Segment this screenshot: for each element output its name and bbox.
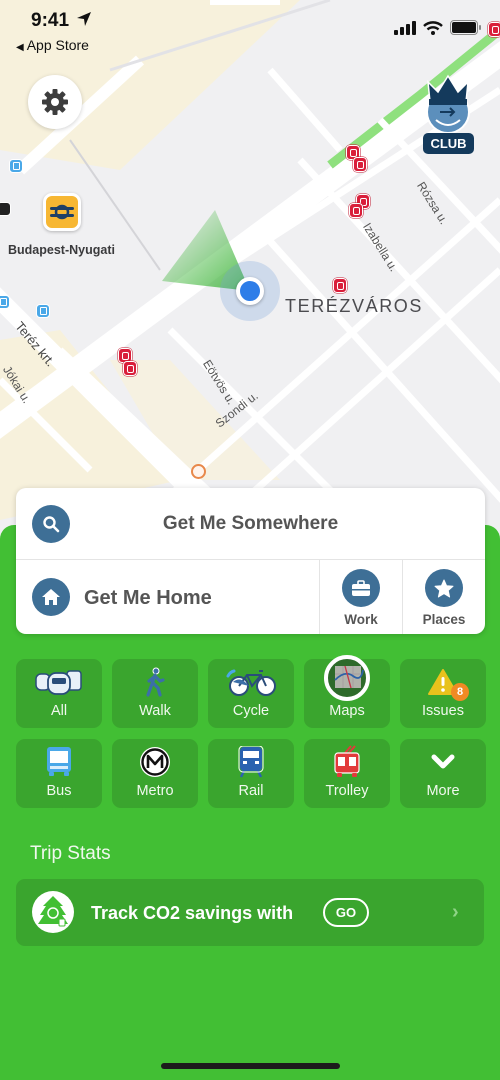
home-circle [32,578,70,616]
district-label: TERÉZVÁROS [285,296,424,316]
current-location-dot[interactable] [236,277,264,305]
mode-tile-bus[interactable]: Bus [16,739,102,808]
go-badge: GO [323,898,369,927]
mode-label: Walk [139,703,171,719]
status-icons [394,20,482,35]
trolley-stop-pin[interactable] [0,202,11,216]
chevron-down-icon [400,745,486,779]
issues-count-badge: 8 [451,683,469,701]
mode-tile-all[interactable]: All [16,659,102,728]
mode-tile-metro[interactable]: Metro [112,739,198,808]
mode-label: All [50,703,68,719]
status-time: 9:41 [31,10,92,32]
railway-icon [50,204,74,220]
bicycle-icon [208,665,294,699]
work-circle [342,569,380,607]
mode-tile-issues[interactable]: 8 Issues [400,659,486,728]
briefcase-icon [352,579,370,596]
mode-label: Issues [422,703,464,719]
star-icon [434,579,454,597]
places-button[interactable]: Places [403,560,485,634]
mode-label: Trolley [325,783,369,799]
gear-icon [42,89,68,115]
bus-stop-pin[interactable] [0,295,10,309]
home-icon [42,589,60,605]
mode-tile-maps[interactable]: Maps [304,655,390,728]
search-card: Get Me Somewhere Get Me Home Work Places [16,488,485,634]
cellular-signal-icon [394,20,416,35]
wifi-icon [423,20,443,35]
tram-stop-pin[interactable] [353,157,367,172]
track-co2-card[interactable]: Track CO2 savings with GO › [16,879,484,946]
work-label: Work [344,612,378,627]
chevron-right-icon: › [452,901,459,923]
work-button[interactable]: Work [320,560,403,634]
club-mascot-icon [426,74,470,134]
get-me-somewhere-label: Get Me Somewhere [162,513,339,534]
back-arrow-icon: ◀ [16,42,24,53]
mode-label: Metro [136,783,174,799]
places-circle [425,569,463,607]
metro-icon [112,745,198,779]
railway-station-pin[interactable] [43,193,81,231]
bus-icon [16,745,102,779]
trip-stats-title: Trip Stats [30,843,111,864]
tram-stop-pin[interactable] [123,361,137,376]
mode-label: More [426,783,460,799]
track-co2-text: Track CO2 savings with [91,903,294,923]
map-view[interactable]: Budapest-Nyugati Teréz krt. Jókai u. Eöt… [0,0,500,540]
train-icon [208,745,294,779]
station-label: Budapest-Nyugati [8,243,115,257]
mode-tile-walk[interactable]: Walk [112,659,198,728]
walk-icon [112,665,198,699]
trolleybus-icon [304,745,390,779]
all-transit-icon [16,665,102,699]
mode-label: Maps [329,703,365,719]
bus-stop-pin[interactable] [36,304,50,318]
places-label: Places [422,612,466,627]
club-badge[interactable]: CLUB [420,72,476,158]
map-icon [304,655,390,701]
metro-entrance-pin[interactable] [191,464,206,479]
mode-label: Rail [238,783,264,799]
settings-button[interactable] [28,75,82,129]
location-arrow-icon [77,12,92,26]
status-bar: 9:41 ◀ App Store [0,0,500,60]
home-indicator[interactable] [161,1063,340,1069]
back-app-label: App Store [26,37,89,53]
get-me-home-button[interactable]: Get Me Home [16,560,320,634]
time-text: 9:41 [31,10,70,31]
bus-stop-pin[interactable] [9,159,23,173]
warning-icon [400,665,486,699]
back-to-app-store[interactable]: ◀ App Store [16,37,89,53]
mode-tile-cycle[interactable]: Cycle [208,659,294,728]
eco-tree-icon [32,891,74,933]
get-me-home-label: Get Me Home [84,587,212,609]
get-me-somewhere-button[interactable]: Get Me Somewhere [16,488,485,560]
mode-label: Cycle [232,703,270,719]
tram-stop-pin[interactable] [349,203,363,218]
battery-icon [450,20,481,35]
mode-tile-more[interactable]: More [400,739,486,808]
tram-stop-pin[interactable] [333,278,347,293]
mode-tile-rail[interactable]: Rail [208,739,294,808]
mode-tile-trolley[interactable]: Trolley [304,739,390,808]
mode-label: Bus [46,783,72,799]
club-label: CLUB [423,133,474,154]
